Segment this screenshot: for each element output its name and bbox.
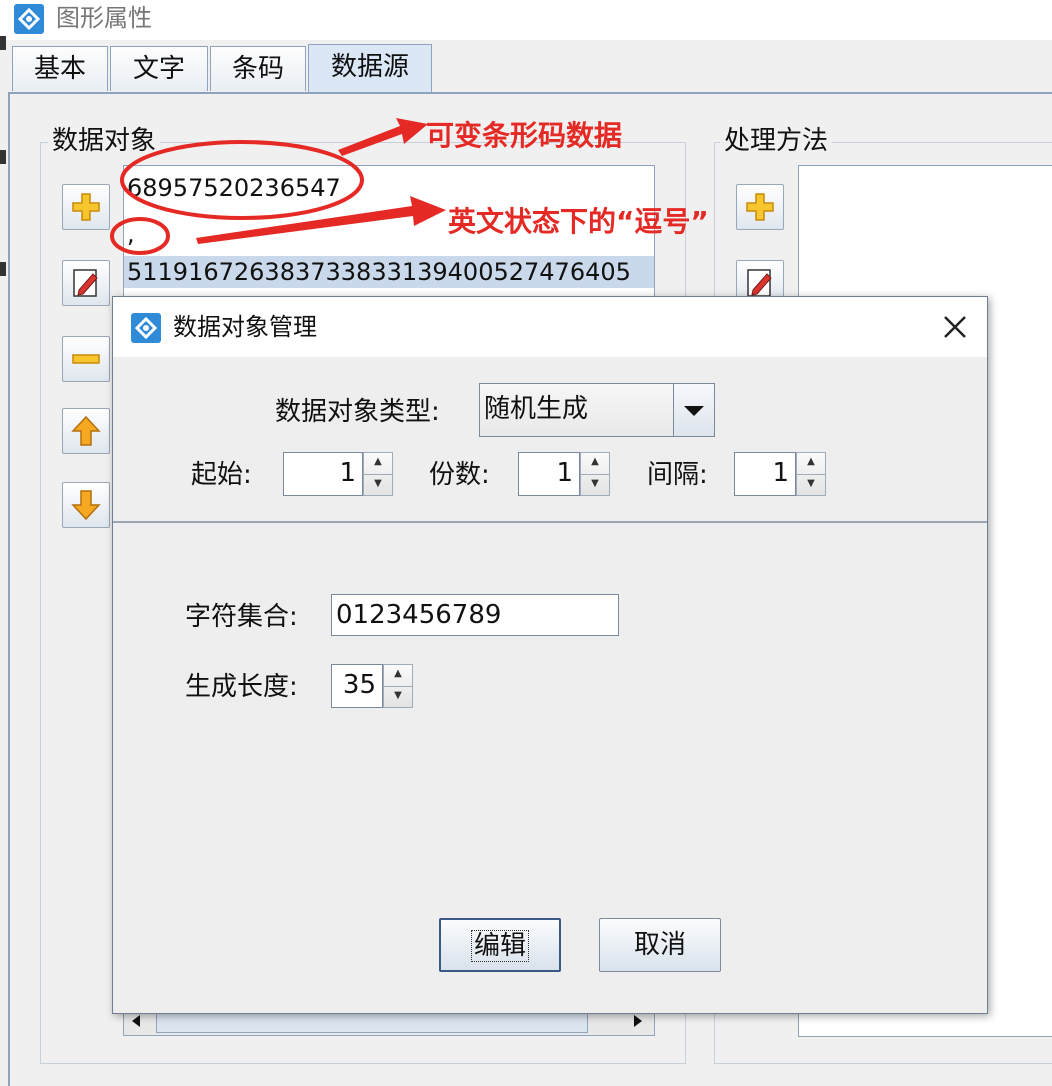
dialog-title: 数据对象管理 xyxy=(173,313,317,341)
start-spinner-arrows[interactable]: ▲ ▼ xyxy=(363,452,393,496)
minus-icon xyxy=(72,354,100,364)
app-icon xyxy=(131,313,161,343)
copies-label: 份数: xyxy=(429,460,490,490)
data-object-dialog: 数据对象管理 数据对象类型: 随机生成 起始: 1 ▲ ▼ 份数: 1 ▲ ▼ 间隔… xyxy=(112,296,988,1014)
move-up-button[interactable] xyxy=(62,408,110,454)
length-spinner-field[interactable]: 35 xyxy=(331,664,383,708)
copies-spinner-field[interactable]: 1 xyxy=(518,452,580,496)
type-label: 数据对象类型: xyxy=(275,397,440,427)
type-select[interactable]: 随机生成 xyxy=(479,383,715,437)
dialog-separator xyxy=(113,521,987,523)
interval-spinner-field[interactable]: 1 xyxy=(734,452,796,496)
annotation-arrow xyxy=(196,196,446,244)
dialog-titlebar: 数据对象管理 xyxy=(113,297,987,357)
length-label: 生成长度: xyxy=(185,672,298,702)
edit-button-label: 编辑 xyxy=(470,930,529,962)
move-down-button[interactable] xyxy=(62,482,110,528)
start-spinner-field[interactable]: 1 xyxy=(283,452,363,496)
highlight-ellipse xyxy=(120,140,364,220)
type-select-value: 随机生成 xyxy=(484,394,589,424)
copies-spinner-arrows[interactable]: ▲ ▼ xyxy=(580,452,610,496)
close-icon[interactable] xyxy=(939,311,971,343)
charset-label: 字符集合: xyxy=(185,602,298,632)
scroll-right-icon[interactable] xyxy=(634,1015,642,1027)
start-label: 起始: xyxy=(191,460,252,490)
arrow-up-icon xyxy=(71,415,101,446)
annotation-comma: 英文状态下的“逗号” xyxy=(448,205,709,238)
annotation-variable-barcode: 可变条形码数据 xyxy=(426,119,623,152)
interval-spinner-arrows[interactable]: ▲ ▼ xyxy=(796,452,826,496)
annotation-arrow xyxy=(338,118,428,156)
cancel-button[interactable]: 取消 xyxy=(599,918,721,972)
arrow-down-icon xyxy=(71,490,101,521)
length-spinner-arrows[interactable]: ▲ ▼ xyxy=(383,664,413,708)
remove-data-button[interactable] xyxy=(62,336,110,382)
scroll-thumb[interactable] xyxy=(156,1011,588,1033)
scroll-left-icon[interactable] xyxy=(132,1015,140,1027)
highlight-ellipse xyxy=(110,217,170,255)
interval-label: 间隔: xyxy=(647,460,708,490)
edit-button[interactable]: 编辑 xyxy=(439,918,561,972)
charset-input[interactable]: 0123456789 xyxy=(331,594,619,636)
chevron-down-icon[interactable] xyxy=(673,384,714,436)
